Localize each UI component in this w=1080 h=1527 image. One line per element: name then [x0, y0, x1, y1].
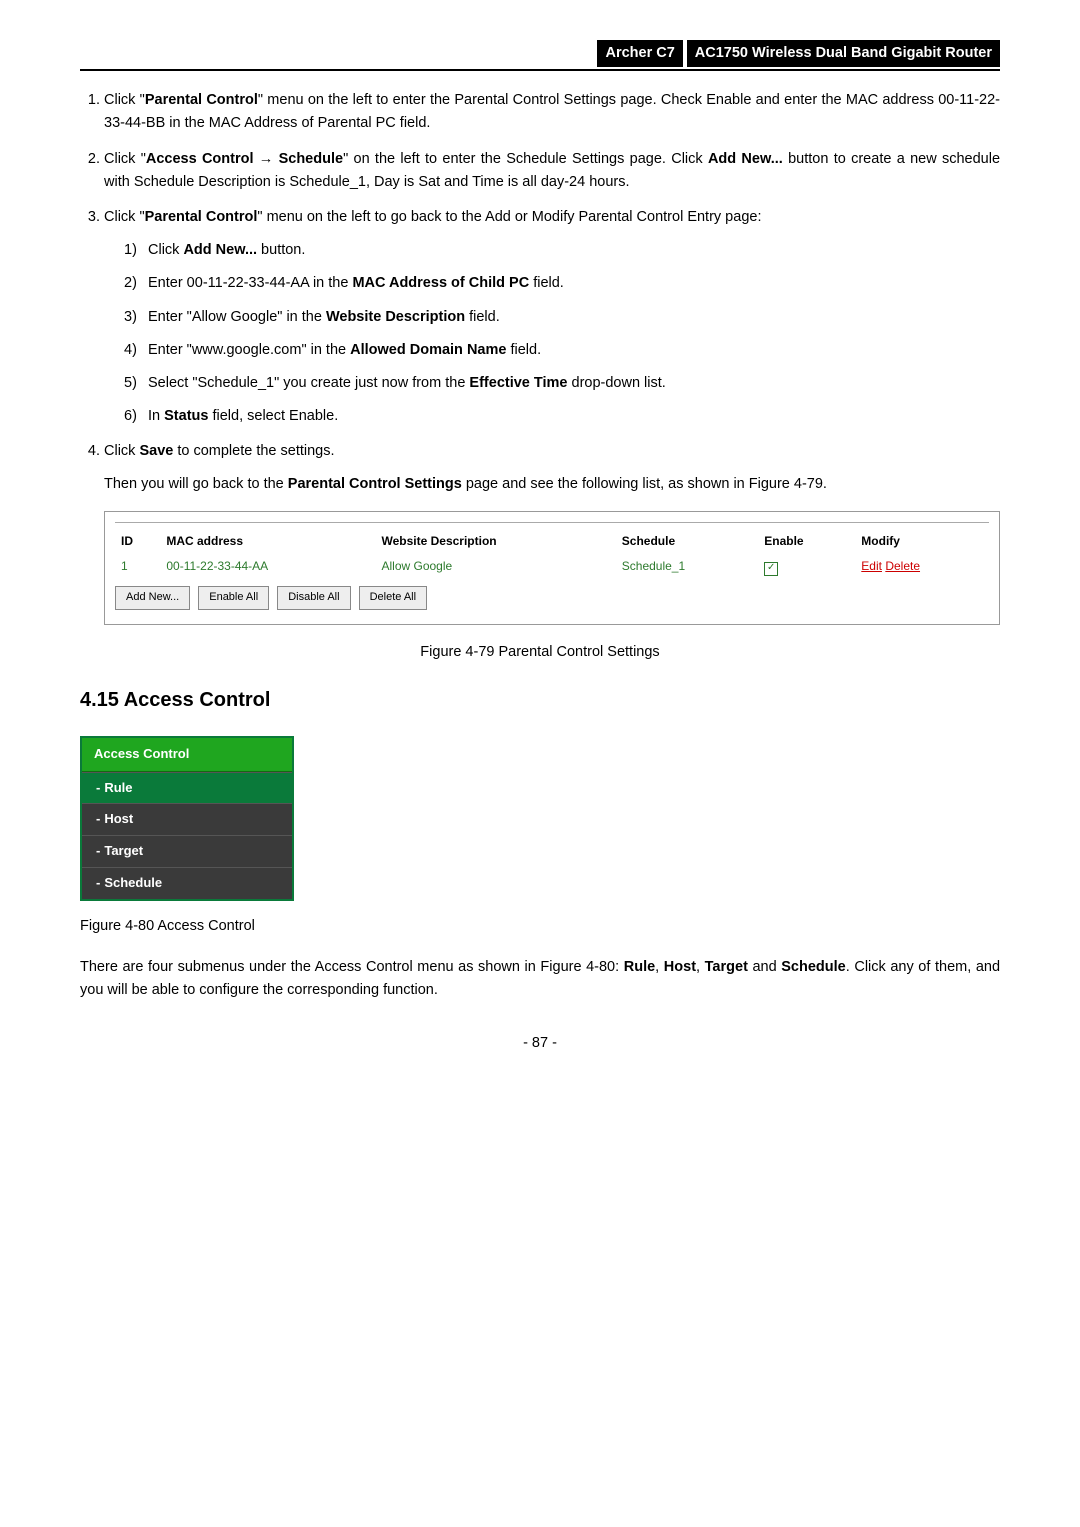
menu-item-target[interactable]: -Target [82, 835, 292, 867]
menu-item-schedule[interactable]: -Schedule [82, 867, 292, 899]
table-buttons: Add New... Enable All Disable All Delete… [115, 585, 989, 610]
header-title: AC1750 Wireless Dual Band Gigabit Router [687, 40, 1000, 67]
substep-5: 5)Select "Schedule_1" you create just no… [124, 372, 1000, 395]
th-enable: Enable [758, 529, 855, 554]
sub-steps: 1)Click Add New... button. 2)Enter 00-11… [104, 239, 1000, 428]
step-3: Click "Parental Control" menu on the lef… [104, 206, 1000, 428]
table-header-row: ID MAC address Website Description Sched… [115, 529, 989, 554]
step-2: Click "Access Control → Schedule" on the… [104, 148, 1000, 194]
menu-header[interactable]: Access Control [82, 738, 292, 772]
page-number: - 87 - [80, 1032, 1000, 1055]
edit-link[interactable]: Edit [861, 559, 882, 573]
th-mac: MAC address [160, 529, 375, 554]
substep-4: 4)Enter "www.google.com" in the Allowed … [124, 339, 1000, 362]
th-id: ID [115, 529, 160, 554]
enable-all-button[interactable]: Enable All [198, 586, 269, 610]
substep-2: 2)Enter 00-11-22-33-44-AA in the MAC Add… [124, 272, 1000, 295]
delete-all-button[interactable]: Delete All [359, 586, 427, 610]
substep-6: 6)In Status field, select Enable. [124, 405, 1000, 428]
figure-79-caption: Figure 4-79 Parental Control Settings [80, 641, 1000, 664]
add-new-button[interactable]: Add New... [115, 586, 190, 610]
th-sched: Schedule [616, 529, 758, 554]
disable-all-button[interactable]: Disable All [277, 586, 350, 610]
body-paragraph: There are four submenus under the Access… [80, 956, 1000, 1002]
menu-item-rule[interactable]: -Rule [82, 772, 292, 804]
substep-1: 1)Click Add New... button. [124, 239, 1000, 262]
th-desc: Website Description [375, 529, 615, 554]
step-4: Click Save to complete the settings. The… [104, 440, 1000, 624]
header-model: Archer C7 [597, 40, 682, 67]
figure-80-caption: Figure 4-80 Access Control [80, 915, 1000, 938]
step-1: Click "Parental Control" menu on the lef… [104, 89, 1000, 135]
th-modify: Modify [855, 529, 989, 554]
section-title: 4.15 Access Control [80, 684, 1000, 716]
parental-control-table: ID MAC address Website Description Sched… [104, 511, 1000, 625]
page-header: Archer C7 AC1750 Wireless Dual Band Giga… [80, 40, 1000, 71]
table-row: 1 00-11-22-33-44-AA Allow Google Schedul… [115, 554, 989, 579]
menu-item-host[interactable]: -Host [82, 803, 292, 835]
main-steps: Click "Parental Control" menu on the lef… [80, 89, 1000, 624]
access-control-menu: Access Control -Rule -Host -Target -Sche… [80, 736, 294, 901]
enable-checkbox[interactable]: ✓ [764, 562, 778, 576]
delete-link[interactable]: Delete [885, 559, 920, 573]
substep-3: 3)Enter "Allow Google" in the Website De… [124, 306, 1000, 329]
